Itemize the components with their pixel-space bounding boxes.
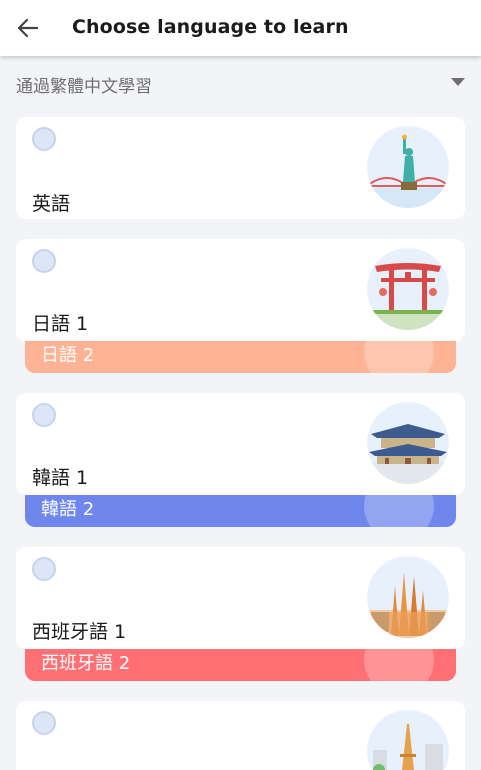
language-card[interactable]: 西班牙語 1 [16,547,465,649]
sagrada-familia-faded-icon [364,649,434,681]
radio-button[interactable] [32,711,56,735]
language-level-2-card[interactable]: 西班牙語 2 [25,649,456,681]
language-item-spanish[interactable]: 西班牙語 2 西班牙語 1 [16,547,465,683]
korean-palace-faded-icon [364,495,434,527]
sagrada-familia-icon [367,556,449,638]
caret-down-icon [451,78,465,86]
language-level-2-card[interactable]: 韓語 2 [25,495,456,527]
language-card[interactable]: 日語 1 [16,239,465,341]
language-card[interactable]: 英語 [16,117,465,219]
language-item-english[interactable]: 英語 [16,117,465,219]
language-item-japanese[interactable]: 日語 2 日語 1 [16,239,465,375]
back-button[interactable] [14,14,42,42]
language-item-french[interactable] [16,701,465,770]
language-level-2-label: 西班牙語 2 [41,653,131,674]
language-card[interactable] [16,701,465,770]
language-level-2-label: 日語 2 [41,345,95,366]
source-language-value: 通過繁體中文學習 [16,77,152,97]
radio-button[interactable] [32,557,56,581]
eiffel-tower-icon [367,710,449,770]
language-label: 西班牙語 1 [32,621,127,643]
radio-button[interactable] [32,249,56,273]
korean-palace-icon [367,402,449,484]
language-card[interactable]: 韓語 1 [16,393,465,495]
language-item-korean[interactable]: 韓語 2 韓語 1 [16,393,465,529]
language-label: 韓語 1 [32,467,89,489]
radio-button[interactable] [32,403,56,427]
language-label: 英語 [32,193,71,215]
source-language-dropdown[interactable]: 通過繁體中文學習 [0,56,481,108]
language-label: 日語 1 [32,313,89,335]
torii-gate-icon [367,248,449,330]
app-bar: Choose language to learn [0,0,481,56]
arrow-left-icon [18,19,38,37]
torii-gate-faded-icon [364,341,434,373]
language-level-2-label: 韓語 2 [41,499,95,520]
language-level-2-card[interactable]: 日語 2 [25,341,456,373]
page-title: Choose language to learn [72,16,349,38]
radio-button[interactable] [32,127,56,151]
statue-of-liberty-icon [367,126,449,208]
